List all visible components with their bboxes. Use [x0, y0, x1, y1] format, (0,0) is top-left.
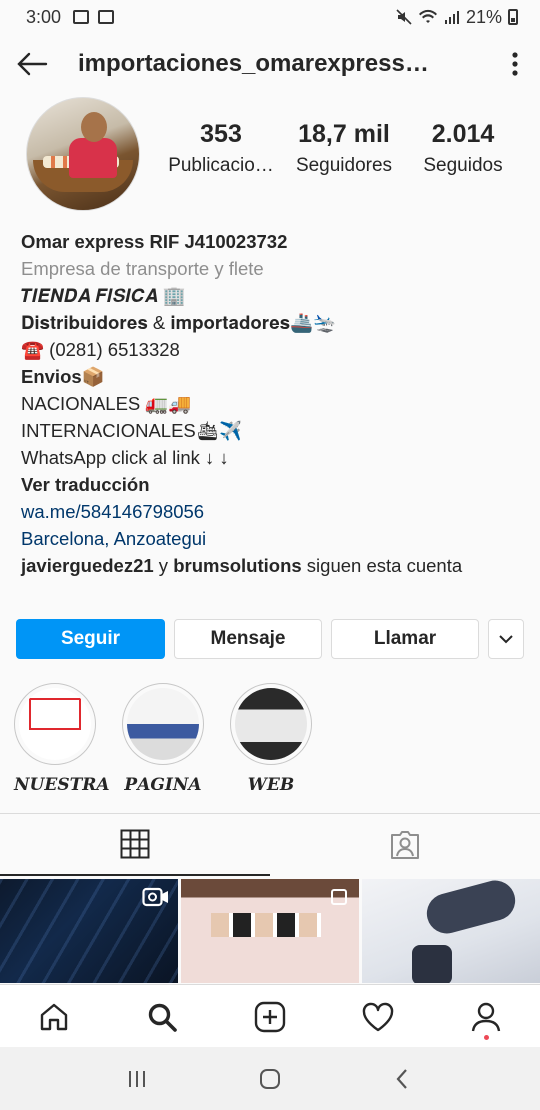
- home-button-icon[interactable]: [258, 1067, 282, 1091]
- highlight-label: 𝑾𝑬𝑩: [247, 775, 295, 794]
- more-options-button[interactable]: [490, 34, 540, 94]
- battery-icon: [508, 9, 518, 25]
- status-time: 3:00: [26, 6, 62, 27]
- highlight-cover: [235, 688, 307, 760]
- followed-by-suffix: siguen esta cuenta: [301, 555, 463, 576]
- recent-apps-icon[interactable]: [125, 1067, 149, 1091]
- tab-posts-grid[interactable]: [0, 814, 270, 876]
- profile-tabs: [0, 814, 540, 876]
- followed-by-and: y: [153, 555, 174, 576]
- tagged-person-icon: [391, 831, 419, 859]
- highlight-label: 𝑵𝑼𝑬𝑺𝑻𝑹𝑨: [14, 775, 110, 794]
- post-thumbnail[interactable]: [362, 879, 540, 983]
- status-bar: 3:00 21%: [0, 0, 540, 34]
- posts-label: Publicacio…: [168, 155, 274, 176]
- stat-followers[interactable]: 18,7 mil Seguidores: [282, 120, 406, 177]
- following-count: 2.014: [431, 120, 495, 148]
- followers-label: Seguidores: [295, 155, 393, 176]
- highlight-ring: [14, 683, 96, 765]
- bio-line-whatsapp: WhatsApp click al link ↓ ↓: [21, 447, 229, 468]
- posts-count: 353: [200, 120, 242, 148]
- bio-line-store: 𝑻𝑰𝑬𝑵𝑫𝑨 𝑭𝑰𝑺𝑰𝑪𝑨 🏢: [21, 285, 186, 306]
- profile-stats: 353 Publicacio… 18,7 mil Seguidores 2.01…: [160, 120, 520, 177]
- bottom-navigation: [0, 984, 540, 1047]
- avatar-face: [81, 112, 107, 142]
- search-icon: [148, 1003, 177, 1032]
- suggested-accounts-button[interactable]: [488, 619, 524, 659]
- profile-actions: Seguir Mensaje Llamar: [16, 619, 524, 659]
- stat-following[interactable]: 2.014 Seguidos: [406, 120, 520, 177]
- profile-name: Omar express RIF J410023732: [21, 231, 288, 252]
- back-nav-icon[interactable]: [391, 1067, 415, 1091]
- profile-avatar[interactable]: [26, 97, 140, 211]
- call-button[interactable]: Llamar: [331, 619, 479, 659]
- followers-count: 18,7 mil: [298, 120, 390, 148]
- bio-line-nacionales: NACIONALES 🚛🚚: [21, 393, 192, 414]
- chevron-down-icon: [499, 635, 513, 644]
- message-button[interactable]: Mensaje: [174, 619, 322, 659]
- system-navigation: [0, 1047, 540, 1110]
- heart-icon: [362, 1002, 394, 1031]
- nav-activity[interactable]: [324, 985, 432, 1048]
- status-right: 21%: [396, 7, 518, 28]
- see-translation-link[interactable]: Ver traducción: [21, 471, 521, 498]
- highlight-web[interactable]: 𝑾𝑬𝑩: [230, 683, 312, 795]
- nav-new-post[interactable]: [216, 985, 324, 1048]
- highlight-nuestra[interactable]: 𝑵𝑼𝑬𝑺𝑻𝑹𝑨: [14, 683, 110, 795]
- highlight-cover: [19, 688, 91, 760]
- following-label: Seguidos: [423, 155, 503, 176]
- bio-website-link[interactable]: wa.me/584146798056: [21, 498, 521, 525]
- profile-bio: Omar express RIF J410023732 Empresa de t…: [21, 228, 521, 579]
- nav-profile[interactable]: [432, 985, 540, 1048]
- back-button[interactable]: [0, 34, 64, 94]
- highlight-cover: [127, 688, 199, 760]
- video-camera-icon: [142, 887, 168, 907]
- gallery-icon: [73, 10, 90, 24]
- home-icon: [40, 1003, 68, 1030]
- bio-line-internacionales: INTERNACIONALES🛳✈️: [21, 420, 243, 441]
- mute-icon: [396, 9, 412, 25]
- bio-line-envios: Envios📦: [21, 366, 105, 387]
- nav-home[interactable]: [0, 985, 108, 1048]
- nav-search[interactable]: [108, 985, 216, 1048]
- vertical-dots-icon: [512, 52, 518, 76]
- bio-line-distributors: 𝐃𝐢𝐬𝐭𝐫𝐢𝐛𝐮𝐢𝐝𝐨𝐫𝐞𝐬 & 𝐢𝐦𝐩𝐨𝐫𝐭𝐚𝐝𝐨𝐫𝐞𝐬🚢🛬: [21, 312, 337, 333]
- followed-by-user-2: brumsolutions: [173, 555, 302, 576]
- grid-icon: [120, 829, 150, 859]
- avatar-person: [69, 138, 117, 178]
- add-post-icon: [254, 1001, 286, 1032]
- stat-posts[interactable]: 353 Publicacio…: [160, 120, 282, 177]
- arrow-left-icon: [17, 52, 48, 76]
- battery-percent: 21%: [465, 6, 502, 27]
- posts-grid: [0, 879, 540, 983]
- highlight-label: 𝑷𝑨𝑮𝑰𝑵𝑨: [124, 775, 202, 794]
- profile-category: Empresa de transporte y flete: [21, 258, 264, 279]
- carousel-icon: [331, 889, 347, 905]
- signal-icon: [444, 11, 459, 24]
- profile-header: importaciones_omarexpress…: [0, 34, 540, 94]
- followed-by-user-1: javierguedez21: [21, 555, 154, 576]
- post-thumbnail[interactable]: [0, 879, 178, 983]
- highlight-ring: [230, 683, 312, 765]
- notification-dot: [484, 1035, 489, 1040]
- post-thumbnail[interactable]: [181, 879, 359, 983]
- highlight-pagina[interactable]: 𝑷𝑨𝑮𝑰𝑵𝑨: [122, 683, 204, 795]
- mail-icon: [98, 10, 115, 24]
- highlight-ring: [122, 683, 204, 765]
- profile-icon: [471, 1002, 501, 1031]
- wifi-icon: [418, 9, 437, 23]
- story-highlights: 𝑵𝑼𝑬𝑺𝑻𝑹𝑨 𝑷𝑨𝑮𝑰𝑵𝑨 𝑾𝑬𝑩: [14, 683, 312, 795]
- header-username: importaciones_omarexpress…: [78, 50, 429, 77]
- bio-line-phone: ☎️ (0281) 6513328: [21, 339, 180, 360]
- followed-by[interactable]: javierguedez21 y brumsolutions siguen es…: [21, 552, 521, 579]
- tab-tagged[interactable]: [270, 814, 540, 876]
- follow-button[interactable]: Seguir: [16, 619, 165, 659]
- bio-location-link[interactable]: Barcelona, Anzoategui: [21, 525, 521, 552]
